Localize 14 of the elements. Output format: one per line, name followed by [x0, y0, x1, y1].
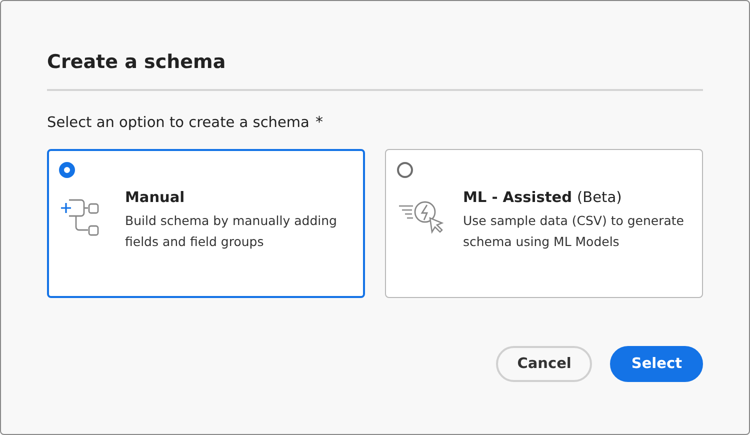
option-card[interactable]: Manual Build schema by manually adding fields and field groups [47, 149, 365, 298]
required-mark: * [315, 113, 323, 131]
beta-label: (Beta) [577, 190, 622, 206]
option-title: Manual [125, 190, 185, 206]
option-title: ML - Assisted [463, 190, 572, 206]
option-description: Use sample data (CSV) to generate schema using ML Models [463, 212, 685, 251]
dialog-title: Create a schema [47, 50, 227, 75]
option-card[interactable]: ML - Assisted (Beta) Use sample data (CSV) to generate schema using ML Models [385, 149, 703, 298]
prompt-label: Select an option to create a schema [47, 115, 310, 131]
radio-button[interactable] [397, 162, 413, 178]
radio-button[interactable] [59, 162, 75, 178]
option-description: Build schema by manually adding fields and field groups [125, 212, 338, 251]
select-button[interactable]: Select [610, 346, 703, 382]
cancel-button[interactable]: Cancel [496, 346, 592, 382]
